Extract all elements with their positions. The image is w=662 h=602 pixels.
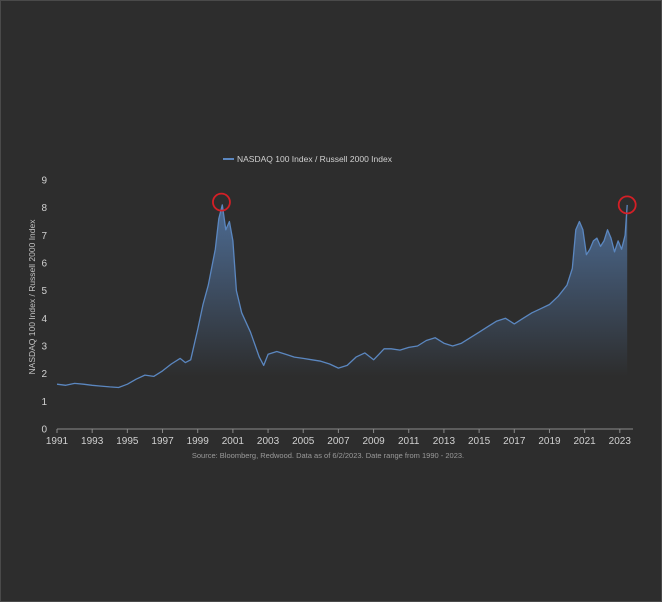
y-tick-label: 5 [41,286,47,297]
x-tick-label: 2017 [503,436,526,447]
y-tick-label: 6 [41,259,47,270]
x-tick-label: 2001 [222,436,245,447]
legend: NASDAQ 100 Index / Russell 2000 Index [223,154,393,164]
x-tick-label: 1993 [81,436,104,447]
series-area-fill [57,204,628,377]
x-tick-label: 2015 [468,436,491,447]
chart-frame: NASDAQ 100 Index / Russell 2000 Index NA… [0,0,662,602]
x-tick-label: 1991 [46,436,69,447]
chart: NASDAQ 100 Index / Russell 2000 Index NA… [27,154,637,460]
y-tick-label: 2 [41,369,47,380]
y-tick-label: 0 [41,425,47,436]
x-tick-label: 2011 [398,436,420,447]
x-tick-label: 1999 [187,436,210,447]
x-tick-label: 2023 [609,436,632,447]
y-axis-title: NASDAQ 100 Index / Russell 2000 Index [27,219,37,375]
annotations [212,192,637,215]
y-tick-label: 4 [41,314,47,325]
y-tick-label: 9 [41,176,47,187]
x-tick-label: 1995 [116,436,139,447]
y-tick-label: 3 [41,342,47,353]
x-tick-label: 2003 [257,436,280,447]
legend-label: NASDAQ 100 Index / Russell 2000 Index [237,154,393,164]
x-tick-label: 2019 [538,436,561,447]
x-tick-label: 2009 [362,436,385,447]
x-ticks: 1991 1993 1995 1997 1999 2001 2003 2005 2007 2009… [46,429,631,447]
y-tick-label: 8 [41,203,47,214]
x-tick-label: 2005 [292,436,315,447]
y-tick-label: 1 [41,397,47,408]
y-tick-label: 7 [41,231,47,242]
x-tick-label: 2021 [574,436,597,447]
source-note: Source: Bloomberg, Redwood. Data as of 6… [192,451,464,460]
x-tick-label: 2013 [433,436,456,447]
y-ticks: 0 1 2 3 4 5 6 7 8 9 [41,176,47,436]
x-tick-label: 2007 [327,436,350,447]
x-tick-label: 1997 [151,436,174,447]
